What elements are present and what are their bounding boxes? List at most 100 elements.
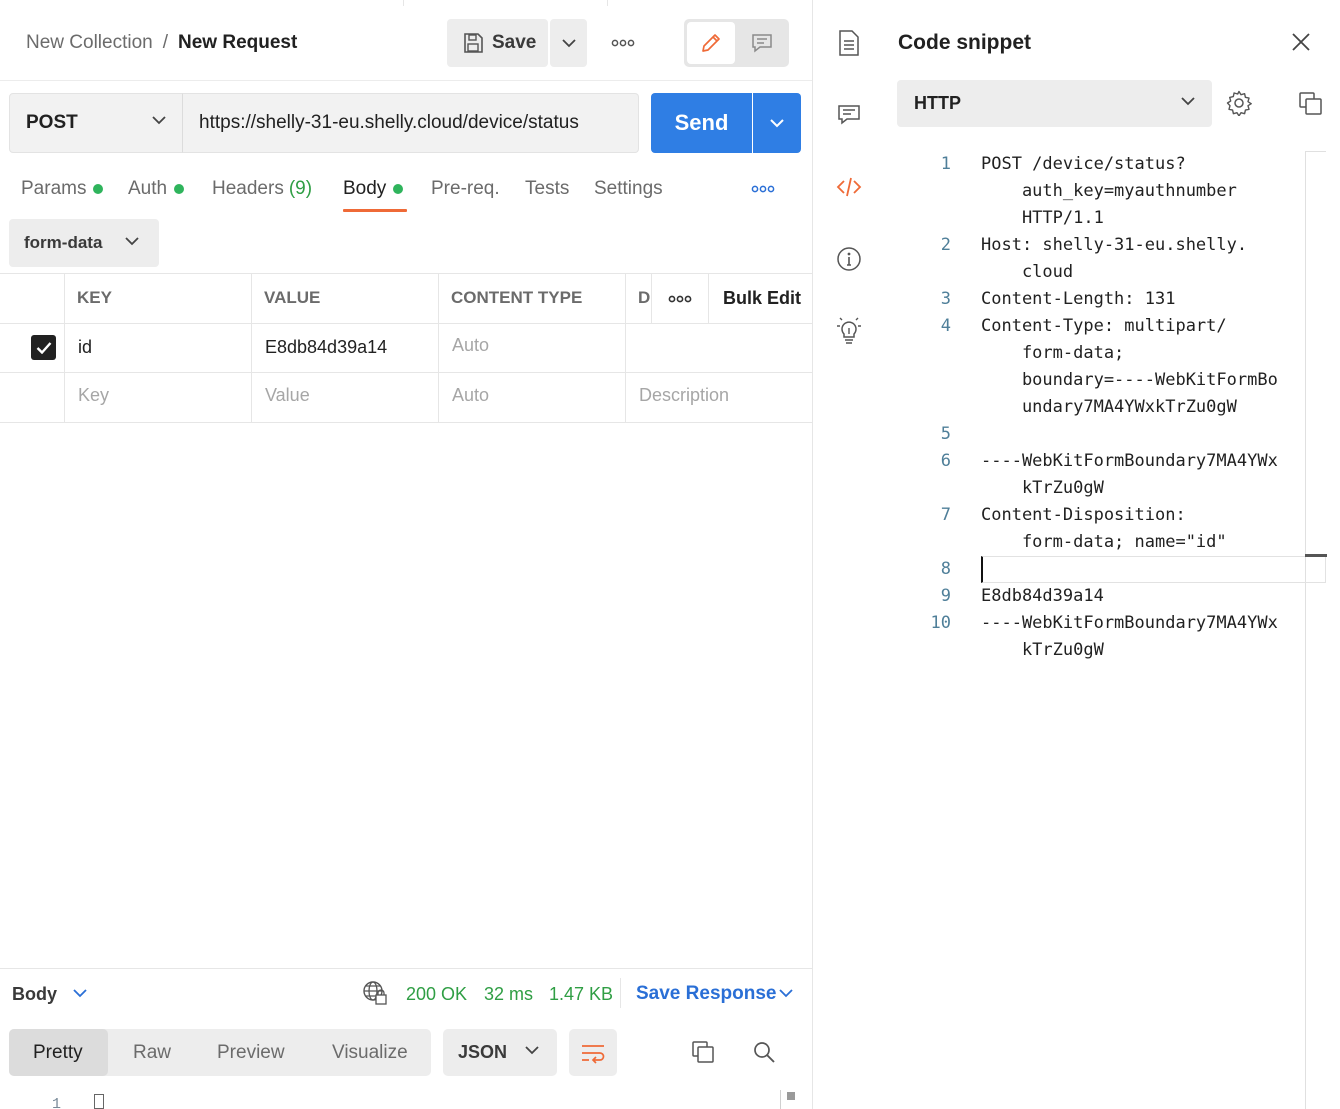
chevron-down-icon[interactable]	[778, 986, 794, 1000]
copy-snippet-button[interactable]	[1298, 91, 1324, 117]
comments-button[interactable]	[835, 101, 863, 129]
code-line: undary7MA4YWxkTrZu0gW	[905, 394, 1237, 421]
chevron-down-icon	[125, 237, 139, 246]
save-options-button[interactable]	[550, 19, 587, 67]
code-line: cloud	[905, 259, 1073, 286]
more-horizontal-icon	[751, 185, 775, 193]
tab-params[interactable]: Params	[21, 176, 104, 202]
comment-mode-button[interactable]	[738, 22, 786, 64]
new-value-input[interactable]: Value	[265, 383, 310, 407]
more-tabs-button[interactable]	[748, 179, 778, 199]
code-snippet-button[interactable]	[835, 173, 863, 201]
param-key-input[interactable]: id	[78, 335, 92, 359]
save-button[interactable]: Save	[447, 19, 548, 67]
tab-prereq[interactable]: Pre-req.	[431, 176, 500, 202]
line-number: 5	[940, 424, 951, 444]
search-response-button[interactable]	[752, 1040, 776, 1064]
view-pretty[interactable]: Pretty	[33, 1041, 83, 1065]
comment-icon	[837, 104, 861, 126]
tab-headers[interactable]: Headers (9)	[212, 176, 312, 202]
fold-icon[interactable]	[94, 1094, 104, 1109]
snippet-settings-button[interactable]	[1226, 90, 1252, 116]
language-select[interactable]: HTTP	[897, 80, 1212, 127]
request-name[interactable]: New Request	[178, 32, 297, 54]
scrollbar-track[interactable]	[780, 1090, 781, 1109]
search-icon	[752, 1040, 776, 1064]
line-number	[905, 205, 951, 232]
new-content-type-input[interactable]: Auto	[452, 383, 489, 407]
line-number	[905, 475, 951, 502]
save-response-button[interactable]: Save Response	[636, 982, 776, 1006]
column-options-button[interactable]	[651, 274, 708, 323]
code-line: 9 E8db84d39a14	[905, 583, 1104, 610]
response-size[interactable]: 1.47 KB	[549, 982, 613, 1006]
tab-auth-label: Auth	[128, 178, 168, 199]
suggestions-button[interactable]	[835, 316, 863, 344]
breadcrumb-separator: /	[162, 32, 169, 53]
more-actions-button[interactable]	[606, 30, 640, 56]
code-text: Content-Length: 131	[981, 289, 1176, 309]
response-time[interactable]: 32 ms	[484, 982, 533, 1006]
chevron-down-icon	[770, 118, 784, 128]
code-text: boundary=----WebKitFormBo	[981, 370, 1278, 390]
table-border	[625, 273, 626, 423]
code-line: form-data;	[905, 340, 1124, 367]
line-number: 1	[940, 154, 951, 174]
info-button[interactable]	[835, 245, 863, 273]
view-raw[interactable]: Raw	[133, 1041, 171, 1065]
body-type-select[interactable]: form-data	[9, 219, 159, 267]
code-text: Host: shelly-31-eu.shelly.	[981, 235, 1248, 255]
tab-tests[interactable]: Tests	[525, 176, 569, 202]
tab-auth[interactable]: Auth	[128, 176, 185, 202]
tab-settings[interactable]: Settings	[594, 176, 663, 202]
close-panel-button[interactable]	[1290, 31, 1312, 53]
code-text: undary7MA4YWxkTrZu0gW	[981, 397, 1237, 417]
new-key-input[interactable]: Key	[78, 383, 109, 407]
param-content-type-input[interactable]: Auto	[452, 333, 489, 357]
edit-mode-button[interactable]	[687, 22, 735, 64]
breadcrumb-collection[interactable]: New Collection	[26, 32, 153, 54]
code-text: ----WebKitFormBoundary7MA4YWx	[981, 613, 1278, 633]
code-editor[interactable]: 1 POST /device/status? auth_key=myauthnum…	[905, 151, 1305, 1109]
param-value-input[interactable]: E8db84d39a14	[265, 335, 387, 359]
scrollbar-thumb[interactable]	[1305, 554, 1327, 557]
send-button[interactable]: Send	[651, 93, 752, 153]
code-text: form-data; name="id"	[981, 532, 1227, 552]
pencil-icon	[699, 31, 723, 55]
code-scrollbar-border	[1306, 151, 1326, 152]
code-line: HTTP/1.1	[905, 205, 1104, 232]
code-line: kTrZu0gW	[905, 475, 1104, 502]
save-icon	[462, 32, 484, 54]
code-icon	[836, 177, 862, 197]
chevron-down-icon[interactable]	[72, 985, 88, 1001]
line-number: 10	[930, 613, 951, 633]
new-description-input[interactable]: Description	[639, 383, 729, 407]
send-options-button[interactable]	[753, 93, 801, 153]
bulk-edit-button[interactable]: Bulk Edit	[708, 274, 812, 323]
network-globe-icon[interactable]	[362, 980, 388, 1006]
response-section-select[interactable]: Body	[12, 982, 57, 1006]
url-input[interactable]: https://shelly-31-eu.shelly.cloud/device…	[182, 93, 639, 153]
line-number	[905, 259, 951, 286]
pane-divider[interactable]	[812, 0, 813, 1109]
view-visualize[interactable]: Visualize	[332, 1041, 408, 1065]
method-select[interactable]: POST	[9, 93, 183, 153]
row-enabled-checkbox[interactable]	[31, 335, 56, 360]
documentation-button[interactable]	[835, 29, 863, 57]
lightbulb-icon	[836, 316, 862, 344]
copy-response-button[interactable]	[690, 1039, 716, 1065]
view-preview[interactable]: Preview	[217, 1041, 285, 1065]
column-header-key: KEY	[77, 288, 112, 307]
scrollbar-thumb[interactable]	[787, 1092, 795, 1100]
chevron-down-icon	[1181, 97, 1195, 106]
column-header-description: D	[638, 288, 651, 307]
format-select[interactable]: JSON	[443, 1029, 557, 1076]
wrap-lines-button[interactable]	[569, 1029, 617, 1076]
tab-body[interactable]: Body	[343, 176, 404, 202]
code-text: Content-Type: multipart/	[981, 316, 1227, 336]
code-text: cloud	[981, 262, 1074, 282]
header-divider	[0, 80, 812, 81]
line-number: 8	[940, 559, 951, 579]
status-code[interactable]: 200 OK	[406, 982, 467, 1006]
checkmark-icon	[36, 341, 52, 354]
